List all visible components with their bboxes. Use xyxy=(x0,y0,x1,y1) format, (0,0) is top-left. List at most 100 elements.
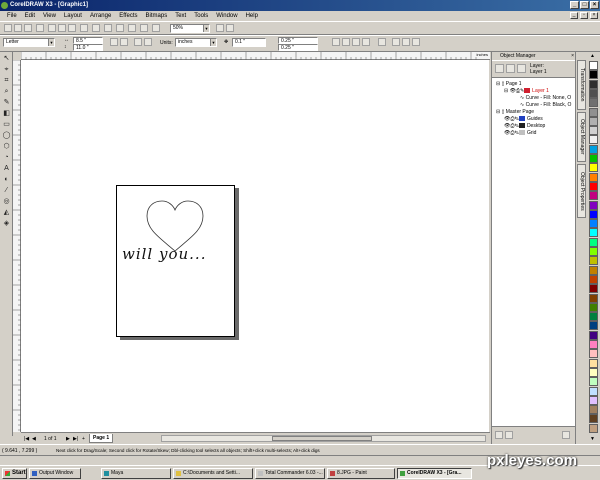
fill-tool-icon[interactable]: ◭ xyxy=(2,208,11,217)
cut-icon[interactable] xyxy=(48,24,56,32)
menu-view[interactable]: View xyxy=(39,13,60,19)
zoom-levels-dropdown[interactable]: 50% ▼ xyxy=(170,24,210,33)
layer-manager-view-icon[interactable] xyxy=(517,64,526,73)
tree-node-master-page[interactable]: ⊟ ▯ Master Page xyxy=(496,109,534,116)
doc-close-button[interactable]: × xyxy=(590,12,598,19)
tab-transformation[interactable]: Transformation xyxy=(577,60,586,110)
delete-icon[interactable] xyxy=(562,431,570,439)
palette-swatch[interactable] xyxy=(589,358,598,368)
palette-swatch[interactable] xyxy=(589,321,598,331)
palette-swatch[interactable] xyxy=(589,367,598,377)
export-icon[interactable] xyxy=(116,24,124,32)
close-icon[interactable]: × xyxy=(571,52,574,60)
menu-file[interactable]: File xyxy=(3,13,21,19)
horizontal-ruler[interactable]: inches xyxy=(21,52,490,60)
horizontal-scrollbar[interactable] xyxy=(161,435,486,442)
paper-width-field[interactable]: 8.5 " xyxy=(73,37,103,44)
duplicate-y-field[interactable]: 0.25 " xyxy=(278,44,318,51)
paste-icon[interactable] xyxy=(68,24,76,32)
task-maya[interactable]: Maya xyxy=(101,468,171,479)
pick-tool-icon[interactable]: ↖ xyxy=(2,54,11,63)
polygon-tool-icon[interactable]: ⬡ xyxy=(2,142,11,151)
first-page-button[interactable]: |◀ xyxy=(24,436,29,442)
print-icon[interactable] xyxy=(36,24,44,32)
palette-swatch[interactable] xyxy=(589,79,598,89)
next-page-button[interactable]: ▶ xyxy=(66,436,70,442)
eyedropper-tool-icon[interactable]: ⁄ xyxy=(2,186,11,195)
welcome-screen-icon[interactable] xyxy=(140,24,148,32)
show-properties-icon[interactable] xyxy=(495,64,504,73)
vertical-ruler[interactable] xyxy=(13,60,21,432)
palette-swatch[interactable] xyxy=(589,340,598,349)
add-page-button[interactable]: + xyxy=(82,436,85,442)
palette-scroll-up-icon[interactable]: ▲ xyxy=(590,53,595,59)
palette-swatch[interactable] xyxy=(589,414,598,424)
text-tool-icon[interactable]: A xyxy=(2,164,11,173)
current-page-icon[interactable] xyxy=(144,38,152,46)
interactive-blend-tool-icon[interactable]: ◐ xyxy=(2,175,11,184)
nudge-distance-field[interactable]: 0.1 " xyxy=(232,38,266,47)
palette-scroll-down-icon[interactable]: ▼ xyxy=(590,436,595,442)
palette-swatch[interactable] xyxy=(589,247,598,256)
tree-node-page-1[interactable]: ⊟ ▯ Page 1 xyxy=(496,81,522,88)
treat-as-filled-icon[interactable] xyxy=(378,38,386,46)
palette-swatch[interactable] xyxy=(589,237,598,247)
menu-layout[interactable]: Layout xyxy=(60,13,86,19)
palette-swatch[interactable] xyxy=(589,284,598,294)
smart-fill-tool-icon[interactable]: ◧ xyxy=(2,109,11,118)
new-layer-icon[interactable] xyxy=(495,431,503,439)
landscape-icon[interactable] xyxy=(120,38,128,46)
prev-page-button[interactable]: ◀ xyxy=(32,436,36,442)
doc-restore-button[interactable]: ▫ xyxy=(580,12,588,19)
task-coreldraw[interactable]: CorelDRAW X3 - [Gra... xyxy=(397,468,472,479)
units-dropdown[interactable]: inches ▼ xyxy=(175,38,217,47)
doc-minimize-button[interactable]: _ xyxy=(570,12,578,19)
palette-swatch[interactable] xyxy=(589,98,598,108)
redo-icon[interactable] xyxy=(92,24,100,32)
task-paint[interactable]: 8.JPG - Paint xyxy=(327,468,395,479)
interactive-fill-tool-icon[interactable]: ◈ xyxy=(2,219,11,228)
tab-object-manager[interactable]: Object Manager xyxy=(577,112,586,162)
palette-swatch[interactable] xyxy=(589,154,598,163)
ellipse-tool-icon[interactable]: ◯ xyxy=(2,131,11,140)
artwork-script-text[interactable]: will you... xyxy=(122,245,234,263)
palette-swatch[interactable] xyxy=(589,228,598,238)
crop-tool-icon[interactable]: ⌗ xyxy=(2,76,11,85)
snap-grid-icon[interactable] xyxy=(332,38,340,46)
palette-swatch[interactable] xyxy=(589,395,598,405)
options-icon-2[interactable] xyxy=(392,38,400,46)
horizontal-scroll-thumb[interactable] xyxy=(272,436,372,441)
palette-swatch[interactable] xyxy=(589,172,598,182)
palette-swatch[interactable] xyxy=(589,349,598,359)
palette-swatch[interactable] xyxy=(589,126,598,136)
menu-text[interactable]: Text xyxy=(171,13,190,19)
palette-swatch[interactable] xyxy=(589,209,598,219)
menu-window[interactable]: Window xyxy=(212,13,241,19)
freehand-tool-icon[interactable]: ✎ xyxy=(2,98,11,107)
tree-node-layer-1[interactable]: ⊟ 👁⎙✎ Layer 1 xyxy=(504,88,549,95)
tree-node-desktop[interactable]: 👁⎙✎ Desktop xyxy=(504,123,545,130)
palette-swatch[interactable] xyxy=(589,219,598,229)
palette-swatch[interactable] xyxy=(589,61,598,70)
app-launcher-icon[interactable] xyxy=(128,24,136,32)
palette-swatch[interactable] xyxy=(589,377,598,387)
palette-swatch[interactable] xyxy=(589,200,598,210)
menu-effects[interactable]: Effects xyxy=(115,13,141,19)
palette-swatch[interactable] xyxy=(589,181,598,191)
save-icon[interactable] xyxy=(24,24,32,32)
tab-page-1[interactable]: Page 1 xyxy=(89,434,114,443)
open-icon[interactable] xyxy=(14,24,22,32)
palette-swatch[interactable] xyxy=(589,116,598,126)
rectangle-tool-icon[interactable]: ▭ xyxy=(2,120,11,129)
palette-swatch[interactable] xyxy=(589,135,598,145)
dynamic-guides-icon[interactable] xyxy=(362,38,370,46)
start-button[interactable]: Start xyxy=(2,468,27,479)
task-output-window[interactable]: Output Window xyxy=(29,468,81,479)
new-icon[interactable] xyxy=(4,24,12,32)
palette-swatch[interactable] xyxy=(589,274,598,284)
duplicate-x-field[interactable]: 0.25 " xyxy=(278,37,318,44)
import-icon[interactable] xyxy=(104,24,112,32)
new-master-layer-icon[interactable] xyxy=(505,431,513,439)
palette-swatch[interactable] xyxy=(589,107,598,117)
maximize-button[interactable]: □ xyxy=(580,1,589,9)
